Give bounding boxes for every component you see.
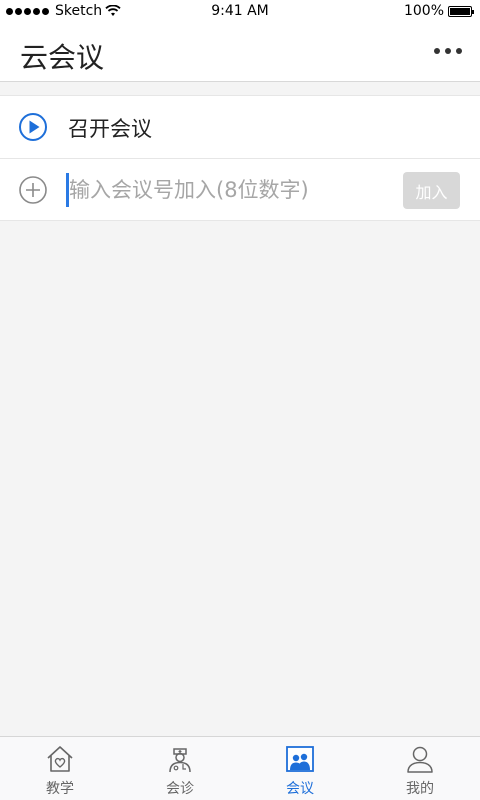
nav-bar: 云会议 <box>0 24 480 82</box>
start-meeting-label: 召开会议 <box>68 117 152 141</box>
play-circle-icon <box>19 113 47 141</box>
tab-consultation[interactable]: 会诊 <box>120 737 240 800</box>
meeting-actions-list: 召开会议 加入 <box>0 95 480 221</box>
join-button[interactable]: 加入 <box>403 172 460 209</box>
tab-teaching-label: 教学 <box>46 781 74 797</box>
doctor-icon <box>169 748 191 773</box>
join-meeting-item: 加入 <box>0 158 480 220</box>
tab-mine-label: 我的 <box>406 781 434 797</box>
battery-icon <box>448 5 474 17</box>
tab-mine[interactable]: 我的 <box>360 737 480 800</box>
person-icon <box>407 746 433 773</box>
tab-bar: 教学 会诊 会议 我的 <box>0 736 480 800</box>
meeting-icon <box>286 746 314 772</box>
tab-teaching[interactable]: 教学 <box>0 737 120 800</box>
meeting-number-input[interactable] <box>66 173 386 207</box>
more-icon[interactable] <box>434 48 462 54</box>
page-title: 云会议 <box>20 41 105 74</box>
battery-info: 100% <box>403 3 474 19</box>
plus-circle-icon <box>19 176 47 204</box>
tab-consultation-label: 会诊 <box>166 781 194 797</box>
tab-meeting[interactable]: 会议 <box>240 737 360 800</box>
battery-percent: 100% <box>403 3 444 19</box>
status-bar: Sketch 9:41 AM 100% <box>0 0 480 24</box>
start-meeting-item[interactable]: 召开会议 <box>0 96 480 158</box>
house-heart-icon <box>47 746 73 772</box>
tab-meeting-label: 会议 <box>286 781 314 797</box>
